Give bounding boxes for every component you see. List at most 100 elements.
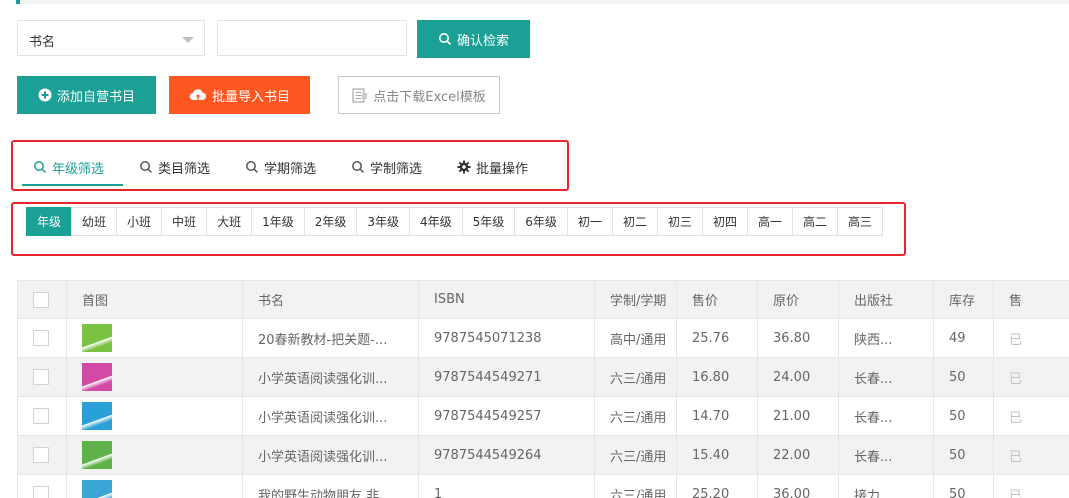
row-checkbox[interactable]: [33, 408, 49, 424]
tab-label: 年级筛选: [52, 161, 105, 177]
table-header-row: 首图 书名 ISBN 学制/学期 售价 原价 出版社 库存 售: [17, 280, 1069, 319]
plus-circle-icon: [38, 88, 52, 102]
grade-option[interactable]: 高三: [837, 207, 884, 236]
row-checkbox[interactable]: [33, 369, 49, 385]
row-checkbox[interactable]: [33, 486, 49, 498]
book-cover-thumbnail[interactable]: [82, 480, 112, 498]
column-header: 首图: [66, 280, 243, 319]
tab-category-filter[interactable]: 类目筛选: [139, 150, 210, 184]
book-title-cell: 小学英语阅读强化训...: [242, 357, 419, 397]
grade-option[interactable]: 5年级: [461, 207, 516, 236]
grade-option[interactable]: 年级: [26, 207, 73, 236]
search-icon: [140, 161, 153, 174]
tab-label: 批量操作: [476, 161, 529, 177]
select-all-checkbox[interactable]: [33, 291, 49, 308]
grade-option[interactable]: 初四: [701, 207, 748, 236]
grade-option[interactable]: 1年级: [251, 207, 305, 236]
tab-label: 类目筛选: [158, 161, 211, 177]
active-tab-indicator: [22, 184, 123, 186]
stock-cell: 49: [933, 318, 994, 358]
batch-import-button[interactable]: 批量导入书目: [169, 76, 310, 114]
search-icon: [352, 161, 365, 174]
term-cell: 六三/通用: [594, 474, 677, 498]
isbn-cell: 1: [418, 474, 595, 498]
download-template-button[interactable]: 点击下载Excel模板: [338, 76, 500, 114]
grade-filter-bar: 年级 幼班 小班 中班 大班 1年级 2年级 3年级 4年级 5年级 6年级 初…: [26, 207, 884, 236]
grade-option[interactable]: 大班: [206, 207, 253, 236]
isbn-cell: 9787545071238: [418, 318, 595, 358]
grade-option[interactable]: 幼班: [71, 207, 118, 236]
table-row: 小学英语阅读强化训... 9787544549264 六三/通用 15.40 2…: [17, 435, 1069, 475]
tab-label: 学期筛选: [264, 161, 317, 177]
term-cell: 六三/通用: [594, 435, 677, 475]
grade-option[interactable]: 初二: [611, 207, 658, 236]
stock-cell: 50: [933, 435, 994, 475]
grade-option[interactable]: 初三: [656, 207, 703, 236]
batch-import-label: 批量导入书目: [211, 89, 290, 105]
search-button[interactable]: 确认检索: [417, 20, 530, 58]
search-field-select[interactable]: 书名: [17, 20, 205, 56]
term-cell: 六三/通用: [594, 396, 677, 436]
search-icon: [438, 33, 452, 46]
grade-option[interactable]: 初一: [566, 207, 613, 236]
status-cell: 已: [993, 396, 1069, 436]
search-field-value: 书名: [29, 35, 56, 50]
top-accent: [16, 0, 20, 4]
book-title-cell: 小学英语阅读强化训...: [242, 435, 419, 475]
grade-option[interactable]: 6年级: [514, 207, 568, 236]
status-cell: 已: [993, 474, 1069, 498]
status-cell: 已: [993, 435, 1069, 475]
grade-option[interactable]: 高二: [792, 207, 839, 236]
original-price-cell: 36.00: [757, 474, 839, 498]
grade-option[interactable]: 高一: [746, 207, 793, 236]
column-header: 售价: [676, 280, 758, 319]
book-cover-thumbnail[interactable]: [82, 324, 112, 352]
tab-batch-operations[interactable]: 批量操作: [457, 150, 528, 184]
isbn-cell: 9787544549271: [418, 357, 595, 397]
book-title-cell: 我的野生动物朋友 非...: [242, 474, 419, 498]
original-price-cell: 24.00: [757, 357, 839, 397]
row-checkbox[interactable]: [33, 447, 49, 463]
grade-option[interactable]: 2年级: [303, 207, 358, 236]
top-divider: [16, 0, 1069, 4]
book-title-cell: 小学英语阅读强化训...: [242, 396, 419, 436]
term-cell: 高中/通用: [594, 318, 677, 358]
cloud-upload-icon: [189, 89, 206, 101]
book-cover-thumbnail[interactable]: [82, 363, 112, 391]
tab-grade-filter[interactable]: 年级筛选: [33, 150, 104, 184]
price-cell: 25.76: [676, 318, 758, 358]
column-header: ISBN: [418, 280, 595, 319]
tab-label: 学制筛选: [370, 161, 423, 177]
grade-option[interactable]: 4年级: [409, 207, 463, 236]
row-checkbox[interactable]: [33, 330, 49, 346]
excel-file-icon: [352, 87, 368, 103]
book-cover-thumbnail[interactable]: [82, 402, 112, 430]
column-header: 书名: [242, 280, 419, 319]
table-row: 20春新教材-把关题-... 9787545071238 高中/通用 25.76…: [17, 318, 1069, 358]
grade-option[interactable]: 3年级: [356, 207, 410, 236]
search-input[interactable]: [217, 20, 407, 56]
publisher-cell: 长春...: [838, 357, 934, 397]
status-cell: 已: [993, 318, 1069, 358]
isbn-cell: 9787544549257: [418, 396, 595, 436]
grade-option[interactable]: 中班: [161, 207, 208, 236]
original-price-cell: 22.00: [757, 435, 839, 475]
column-header: 售: [993, 280, 1069, 319]
book-table: 首图 书名 ISBN 学制/学期 售价 原价 出版社 库存 售 20春新教材-把…: [17, 280, 1069, 498]
add-book-button[interactable]: 添加自营书目: [17, 76, 156, 114]
column-header: 原价: [757, 280, 839, 319]
grade-option[interactable]: 小班: [116, 207, 163, 236]
search-icon: [246, 161, 259, 174]
book-cover-thumbnail[interactable]: [82, 441, 112, 469]
publisher-cell: 接力...: [838, 474, 934, 498]
stock-cell: 50: [933, 396, 994, 436]
tab-term-filter[interactable]: 学期筛选: [245, 150, 316, 184]
price-cell: 25.20: [676, 474, 758, 498]
original-price-cell: 21.00: [757, 396, 839, 436]
term-cell: 六三/通用: [594, 357, 677, 397]
publisher-cell: 长春...: [838, 435, 934, 475]
tab-school-system-filter[interactable]: 学制筛选: [351, 150, 422, 184]
publisher-cell: 陕西...: [838, 318, 934, 358]
isbn-cell: 9787544549264: [418, 435, 595, 475]
table-row: 小学英语阅读强化训... 9787544549271 六三/通用 16.80 2…: [17, 357, 1069, 397]
